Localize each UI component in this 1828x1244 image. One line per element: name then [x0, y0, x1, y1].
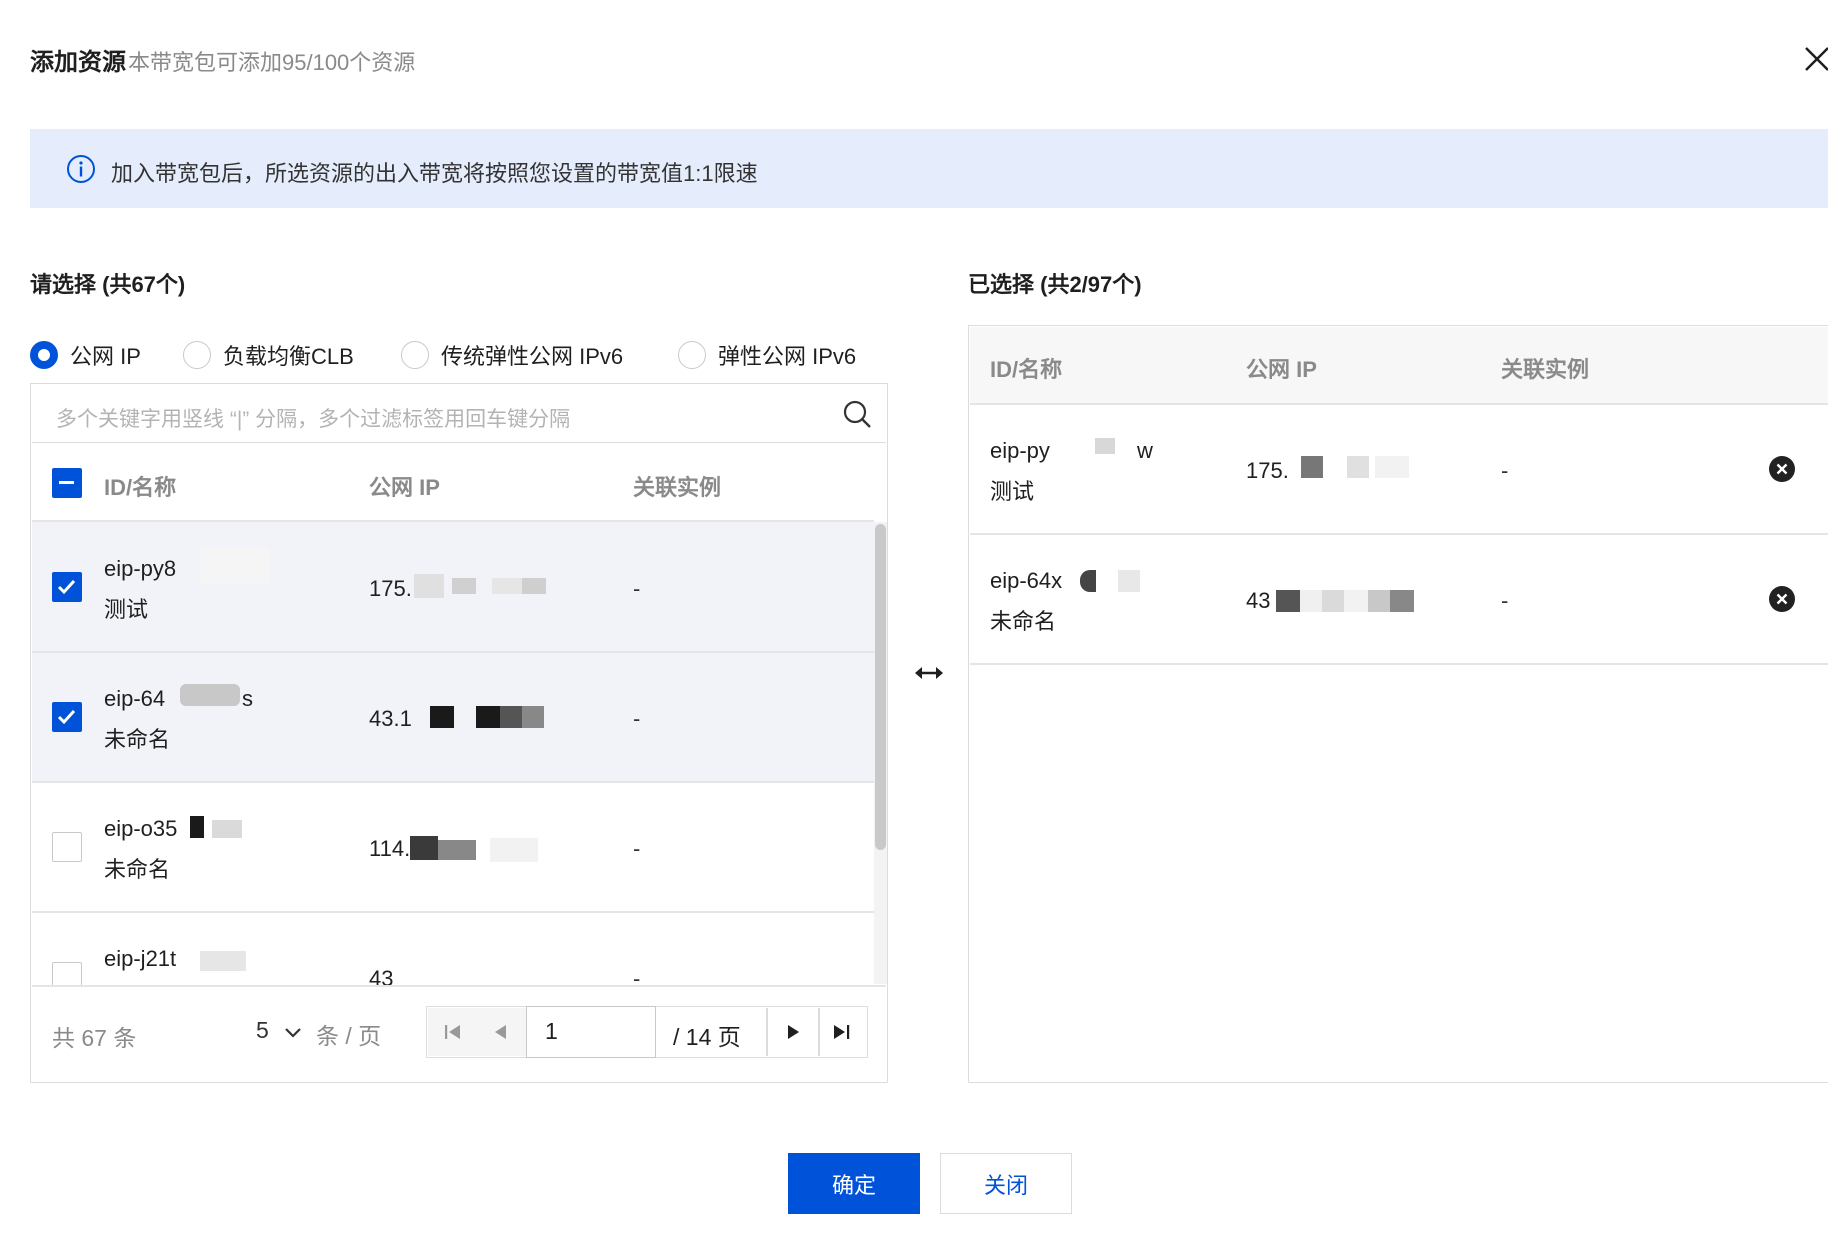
row-id: eip-j21t: [104, 946, 177, 971]
search-icon[interactable]: [842, 399, 872, 429]
prev-page-button[interactable]: [476, 1008, 526, 1056]
close-button[interactable]: 关闭: [940, 1153, 1072, 1214]
row-instance: -: [633, 966, 641, 985]
column-header-instance: 关联实例: [633, 475, 722, 500]
row-instance: -: [633, 576, 641, 601]
row-id: eip-py: [990, 438, 1050, 463]
radio-label: 传统弹性公网 IPv6: [441, 344, 624, 369]
close-icon[interactable]: [1800, 42, 1828, 76]
radio-indicator: [678, 341, 706, 369]
row-ip: 175.: [1246, 458, 1289, 483]
row-checkbox[interactable]: [52, 832, 82, 862]
column-header-instance: 关联实例: [1501, 357, 1590, 382]
next-page-button[interactable]: [768, 1008, 818, 1056]
row-instance: -: [633, 836, 641, 861]
row-instance: -: [1501, 588, 1509, 613]
page-number-value: 1: [545, 1018, 558, 1044]
radio-indicator: [30, 341, 58, 369]
radio-public-ip[interactable]: 公网 IP: [30, 338, 141, 372]
remove-circle-icon[interactable]: [1768, 585, 1796, 613]
radio-eip-ipv6[interactable]: 弹性公网 IPv6: [678, 338, 856, 372]
row-id: eip-64x: [990, 568, 1063, 593]
column-header-id: ID/名称: [990, 357, 1063, 382]
dialog-subtitle: 本带宽包可添加95/100个资源: [128, 50, 416, 75]
row-checkbox[interactable]: [52, 572, 82, 602]
radio-clb[interactable]: 负载均衡CLB: [183, 338, 354, 372]
first-page-icon: [445, 1025, 460, 1039]
selected-title: 已选择 (共2/97个): [968, 272, 1142, 297]
selected-table-header: [970, 327, 1828, 403]
row-id: eip-64: [104, 686, 166, 711]
banner-text: 加入带宽包后，所选资源的出入带宽将按照您设置的带宽值1:1限速: [111, 161, 758, 186]
radio-indicator: [401, 341, 429, 369]
last-page-icon: [834, 1025, 850, 1039]
page-total: / 14 页: [673, 1024, 741, 1050]
radio-legacy-eip-ipv6[interactable]: 传统弹性公网 IPv6: [401, 338, 623, 372]
radio-label: 公网 IP: [70, 344, 141, 369]
last-page-button[interactable]: [820, 1008, 866, 1056]
row-ip: 175.: [369, 576, 412, 601]
row-ip: 43: [369, 966, 394, 985]
first-page-button[interactable]: [428, 1008, 478, 1056]
radio-label: 负载均衡CLB: [223, 344, 354, 369]
row-checkbox[interactable]: [52, 962, 82, 985]
row-name: 未命名: [104, 857, 171, 882]
check-icon: [57, 579, 76, 595]
page-size-unit: 条 / 页: [316, 1023, 382, 1049]
select-all-checkbox[interactable]: [52, 468, 82, 498]
row-ip: 114.: [369, 836, 411, 861]
available-title: 请选择 (共67个): [30, 272, 186, 297]
row-name: 测试: [990, 479, 1035, 504]
row-instance: -: [1501, 458, 1509, 483]
page-size-select[interactable]: 5: [256, 1017, 269, 1044]
row-name: 测试: [104, 597, 149, 622]
dialog-title: 添加资源本带宽包可添加95/100个资源: [30, 49, 416, 76]
check-icon: [57, 709, 76, 725]
row-id: eip-o35: [104, 816, 178, 841]
row-id: eip-py8: [104, 556, 177, 581]
info-icon: [67, 155, 95, 183]
total-count: 共 67 条: [52, 1025, 137, 1051]
row-id-suffix: w: [1137, 438, 1153, 463]
prev-page-icon: [495, 1025, 506, 1039]
radio-indicator: [183, 341, 211, 369]
row-name: 未命名: [990, 609, 1057, 634]
column-header-ip: 公网 IP: [1246, 357, 1317, 382]
indeterminate-icon: [59, 481, 74, 484]
table-row[interactable]: eip-j21t 43 -: [32, 913, 874, 985]
confirm-button[interactable]: 确定: [788, 1153, 920, 1214]
row-ip: 43: [1246, 588, 1271, 613]
row-ip: 43.1: [369, 706, 412, 731]
chevron-down-icon[interactable]: [282, 1022, 304, 1044]
row-name: 未命名: [104, 727, 171, 752]
search-placeholder: 多个关键字用竖线 “|” 分隔，多个过滤标签用回车键分隔: [56, 408, 571, 431]
row-instance: -: [633, 706, 641, 731]
column-header-ip: 公网 IP: [369, 475, 440, 500]
scrollbar-thumb[interactable]: [875, 524, 886, 850]
next-page-icon: [788, 1025, 799, 1039]
column-header-id: ID/名称: [104, 475, 177, 500]
transfer-arrows-icon: [915, 667, 943, 679]
radio-label: 弹性公网 IPv6: [718, 344, 857, 369]
row-checkbox[interactable]: [52, 702, 82, 732]
remove-circle-icon[interactable]: [1768, 455, 1796, 483]
